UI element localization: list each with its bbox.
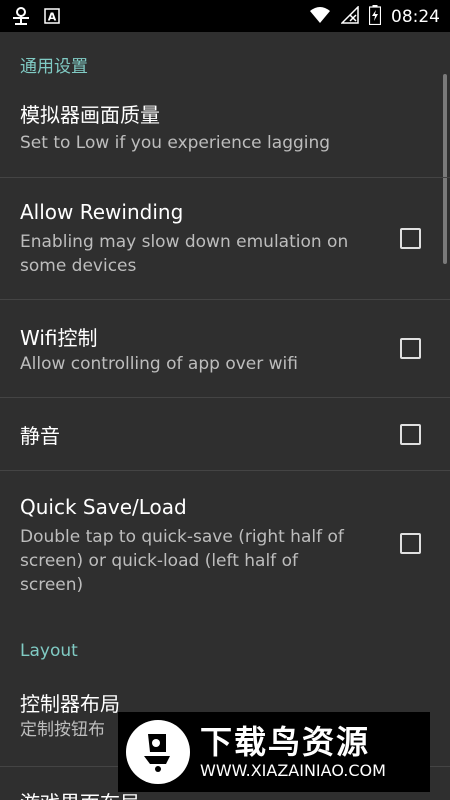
pref-summary: Set to Low if you experience lagging — [20, 133, 331, 153]
allow-rewinding-checkbox[interactable] — [400, 228, 421, 249]
section-header-general: 通用设置 — [20, 57, 88, 77]
pref-summary: Double tap to quick-save (right half of … — [20, 527, 344, 595]
pref-title: 静音 — [20, 424, 60, 448]
pref-title: Wifi控制 — [20, 326, 98, 350]
pref-quick-save-load[interactable]: Quick Save/Load Double tap to quick-save… — [0, 471, 450, 615]
bird-logo-icon — [126, 720, 190, 784]
wifi-icon — [309, 6, 331, 28]
watermark-title: 下载鸟资源 — [200, 723, 371, 761]
pref-summary: Enabling may slow down emulation on some… — [20, 232, 349, 276]
pref-emulator-quality[interactable]: 模拟器画面质量 Set to Low if you experience lag… — [0, 87, 450, 177]
clock: 08:24 — [391, 7, 440, 27]
battery-charging-icon — [368, 5, 382, 29]
a-notification-icon: A — [44, 8, 60, 28]
no-signal-icon — [340, 5, 359, 28]
quick-save-load-checkbox[interactable] — [400, 533, 421, 554]
watermark-text: 下载鸟资源 WWW.XIAZAINIAO.COM — [200, 723, 386, 781]
pref-title: Allow Rewinding — [20, 200, 184, 224]
pref-title: Quick Save/Load — [20, 495, 187, 519]
settings-list[interactable]: 通用设置 模拟器画面质量 Set to Low if you experienc… — [0, 32, 450, 800]
wifi-control-checkbox[interactable] — [400, 338, 421, 359]
section-header-layout: Layout — [20, 641, 78, 661]
pref-title: 模拟器画面质量 — [20, 103, 160, 127]
watermark: 下载鸟资源 WWW.XIAZAINIAO.COM — [118, 712, 430, 792]
mute-checkbox[interactable] — [400, 424, 421, 445]
status-bar-left: A — [10, 6, 60, 30]
pref-summary: Allow controlling of app over wifi — [20, 354, 298, 374]
pref-wifi-control[interactable]: Wifi控制 Allow controlling of app over wif… — [0, 300, 450, 397]
status-bar: A 08:24 — [0, 0, 450, 32]
bug-icon — [10, 6, 32, 30]
pref-allow-rewinding[interactable]: Allow Rewinding Enabling may slow down e… — [0, 178, 450, 299]
watermark-url: WWW.XIAZAINIAO.COM — [200, 761, 386, 780]
svg-text:A: A — [48, 11, 57, 24]
pref-mute[interactable]: 静音 — [0, 398, 450, 470]
status-bar-right: 08:24 — [309, 5, 440, 29]
pref-title: 控制器布局 — [20, 692, 120, 716]
